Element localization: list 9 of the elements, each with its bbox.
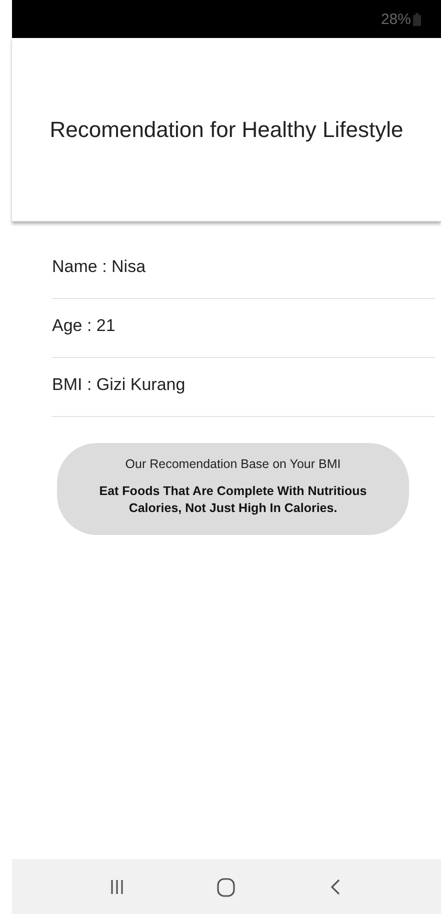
info-text: Name : Nisa: [52, 257, 146, 277]
home-icon[interactable]: [215, 876, 238, 898]
card-heading: Our Recomendation Base on Your BMI: [125, 457, 341, 471]
battery-icon: [413, 12, 421, 26]
recommendation-text: Eat Foods That Are Complete With Nutritious Calories, Not Just High In Calories.: [98, 483, 368, 517]
info-text: Age : 21: [52, 316, 116, 336]
battery-percent: 28%: [380, 10, 411, 28]
page-title: Recomendation for Healthy Lifestyle: [50, 116, 404, 142]
info-text: BMI : Gizi Kurang: [52, 375, 186, 395]
